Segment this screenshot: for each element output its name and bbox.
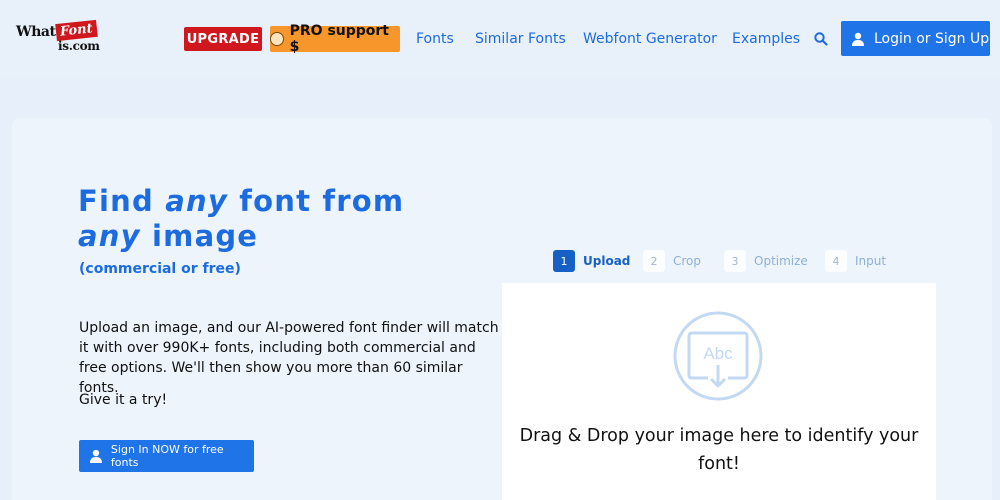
login-signup-button[interactable]: Login or Sign Up xyxy=(841,21,990,56)
step-optimize[interactable]: 3 Optimize xyxy=(724,250,808,272)
step-input[interactable]: 4 Input xyxy=(825,250,886,272)
whatfontis-logo[interactable]: What Font is.com xyxy=(16,19,104,56)
step-crop[interactable]: 2 Crop xyxy=(643,250,701,272)
title-part-4: any xyxy=(78,219,141,253)
page-title: Find any font from any image xyxy=(78,184,478,254)
hero-description: Upload an image, and our AI-powered font… xyxy=(79,320,499,396)
hero-cta-text: Give it a try! xyxy=(79,392,168,408)
user-icon xyxy=(852,32,864,46)
step-upload[interactable]: 1 Upload xyxy=(553,250,630,272)
step-number: 4 xyxy=(825,250,847,272)
page-subtitle: (commercial or free) xyxy=(79,261,241,277)
nav-link-webfont-generator[interactable]: Webfont Generator xyxy=(583,31,717,47)
upgrade-button[interactable]: UPGRADE xyxy=(184,27,262,51)
upload-icon-text: Abc xyxy=(703,344,733,363)
nav-link-examples[interactable]: Examples xyxy=(732,31,800,47)
nav-link-similar-fonts[interactable]: Similar Fonts xyxy=(475,31,566,47)
nav-link-fonts[interactable]: Fonts xyxy=(416,31,454,47)
upload-image-icon: Abc xyxy=(673,311,763,401)
step-label: Optimize xyxy=(754,254,808,268)
step-number: 2 xyxy=(643,250,665,272)
step-label: Input xyxy=(855,254,887,268)
search-icon[interactable] xyxy=(813,31,829,47)
logo-font-text: Font xyxy=(55,19,98,42)
step-label: Crop xyxy=(673,254,702,268)
step-number: 1 xyxy=(553,250,575,272)
step-label: Upload xyxy=(583,254,631,268)
title-part-3: font from xyxy=(227,184,405,218)
logo-iscom-text: is.com xyxy=(58,39,100,53)
site-header: What Font is.com UPGRADE PRO support $ F… xyxy=(0,0,1000,78)
support-agent-icon xyxy=(270,32,284,46)
login-signup-label: Login or Sign Up xyxy=(874,30,990,47)
signin-free-fonts-label: Sign In NOW for free fonts xyxy=(110,443,224,469)
title-part-1: Find xyxy=(78,184,166,218)
dropzone-instructions: Drag & Drop your image here to identify … xyxy=(519,426,919,474)
pro-support-button[interactable]: PRO support $ xyxy=(270,23,400,55)
step-number: 3 xyxy=(724,250,746,272)
pro-support-label: PRO support $ xyxy=(289,23,389,55)
logo-what-text: What xyxy=(16,24,56,40)
title-part-5: image xyxy=(140,219,259,253)
user-icon xyxy=(89,449,102,463)
title-part-2: any xyxy=(165,184,228,218)
signin-free-fonts-button[interactable]: Sign In NOW for free fonts xyxy=(79,440,254,472)
